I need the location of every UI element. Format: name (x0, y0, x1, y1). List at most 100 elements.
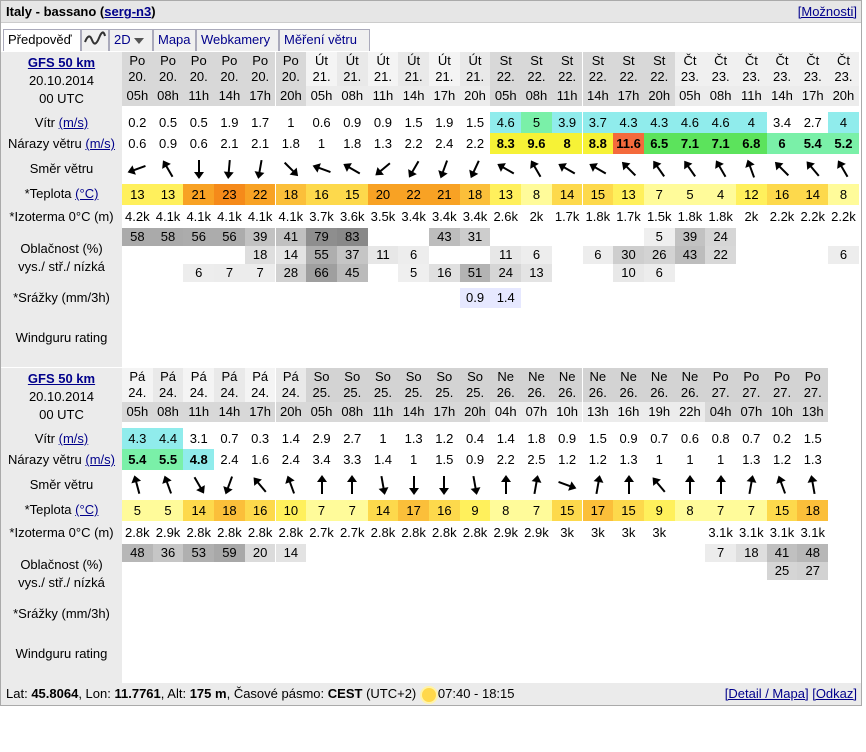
hour-cell: 19h (643, 402, 675, 422)
isotherm-cell: 2.8k (247, 525, 273, 540)
day-name: Út (315, 53, 329, 68)
cloud-mid-cell (460, 562, 491, 580)
day-date: 24. (251, 385, 270, 400)
isotherm-cell: 3.4k (401, 209, 426, 224)
day-date: 23. (803, 69, 822, 84)
gust-cell: 1.2 (588, 452, 607, 467)
temperature-cell: 20 (367, 184, 399, 205)
gust-cell: 2.1 (220, 136, 239, 151)
direction-cell (490, 470, 521, 500)
wind-cell: 1.5 (465, 115, 485, 130)
label-gusts-text: Nárazy větru (8, 136, 82, 151)
cloud-low-cell (736, 264, 767, 282)
gust-cell: 3.3 (343, 452, 362, 467)
precip-cell: 1.4 (490, 288, 522, 308)
cloud-mid-cell (214, 246, 245, 264)
permalink-link[interactable]: [Odkaz] (812, 686, 857, 701)
cloud-high-cell (490, 228, 521, 246)
label-gusts: Nárazy větru (m/s) (1, 133, 122, 154)
label-gusts-unit-link[interactable]: (m/s) (85, 452, 115, 467)
temperature-cell: 8 (490, 500, 522, 521)
label-direction-text: Směr větru (29, 161, 94, 176)
day-name: Po (252, 53, 269, 68)
day-header: Út 21. (367, 52, 399, 86)
gust-cell: 5.2 (828, 133, 859, 154)
direction-cell (368, 154, 399, 184)
day-name: So (436, 369, 453, 384)
day-name: So (313, 369, 330, 384)
gust-cell: 1.3 (373, 136, 392, 151)
label-gusts-unit-link[interactable]: (m/s) (85, 136, 115, 151)
day-date: 20. (128, 69, 147, 84)
detail-map-link[interactable]: [Detail / Mapa] (725, 686, 809, 701)
cloud-low-cell (122, 264, 153, 282)
day-date: 26. (619, 385, 638, 400)
hour-cell: 11h (367, 86, 399, 106)
isotherm-cell: 2.6k (493, 209, 519, 224)
tab-forecast[interactable]: Předpověď (3, 29, 81, 51)
isotherm-cell: 4.1k (217, 209, 242, 224)
footer-bar: Lat: 45.8064, Lon: 11.7761, Alt: 175 m, … (1, 683, 861, 705)
day-date: 25. (312, 385, 331, 400)
tab-map[interactable]: Mapa (153, 29, 196, 51)
hour-cell: 11h (183, 402, 215, 422)
label-isotherm: *Izoterma 0°C (m) (1, 205, 122, 228)
gust-cell: 2.4 (281, 452, 300, 467)
tab-2d[interactable]: 2D (109, 29, 153, 51)
isotherm-cell: 4.1k (247, 209, 273, 224)
gust-cell: 8.8 (582, 133, 614, 154)
label-wind-unit-link[interactable]: (m/s) (59, 115, 89, 130)
direction-cell (398, 154, 429, 184)
day-date: 25. (465, 385, 485, 400)
cloud-mid-cell (368, 562, 399, 580)
precip-cell (767, 604, 798, 624)
hour-cell: 17h (429, 402, 460, 422)
wind-arrow-icon (127, 164, 147, 175)
lat-label: Lat: (6, 686, 28, 701)
hour-cell: 20h (643, 86, 675, 106)
hour-cell: 20h (459, 86, 491, 106)
direction-cell (583, 154, 614, 184)
gust-cell: 1 (317, 136, 326, 151)
direction-cell (122, 470, 153, 500)
label-temp-unit-link[interactable]: (°C) (75, 186, 98, 201)
direction-cell (736, 154, 767, 184)
isotherm-cell: 3k (621, 525, 636, 540)
temperature-cell: 15 (582, 184, 614, 205)
tz-offset: (UTC+2) (366, 686, 417, 701)
cloud-low-cell (767, 580, 798, 598)
options-link[interactable]: [Možnosti] (798, 4, 857, 19)
cloud-mid-cell (736, 246, 767, 264)
temperature-cell: 5 (674, 184, 706, 205)
model-link[interactable]: GFS 50 km (28, 55, 95, 70)
label-temp-unit-link[interactable]: (°C) (75, 502, 98, 517)
cloud-high-cell (613, 228, 644, 246)
cloud-mid-cell: 11 (367, 246, 399, 264)
label-wind-unit-link[interactable]: (m/s) (59, 431, 89, 446)
cloud-mid-cell: 11 (490, 246, 522, 264)
day-header: So 25. (336, 368, 368, 402)
day-name: St (530, 53, 543, 68)
day-name: Ne (558, 369, 576, 384)
user-link[interactable]: serg-n3 (104, 4, 151, 19)
wind-arrow-icon (776, 475, 787, 494)
wind-cell: 0.9 (373, 115, 392, 130)
precip-cell (767, 288, 798, 308)
cloud-mid-cell: 22 (705, 246, 736, 264)
day-header: Čt 23. (797, 52, 829, 86)
day-name: Po (743, 369, 760, 384)
day-header: Čt 23. (766, 52, 798, 86)
day-header: Po 20. (275, 52, 307, 86)
direction-cell (276, 470, 307, 500)
day-date: 27. (772, 385, 792, 400)
gust-cell: 2.1 (251, 136, 270, 151)
tab-wind-measurement[interactable]: Měření větru (279, 29, 370, 51)
precip-cell (675, 604, 706, 624)
model-link[interactable]: GFS 50 km (28, 371, 95, 386)
alt-label: Alt: (167, 686, 187, 701)
day-name: Út (437, 53, 451, 68)
cloud-low-cell (490, 580, 521, 598)
tab-webcams[interactable]: Webkamery (196, 29, 279, 51)
direction-cell (613, 470, 644, 500)
tab-graph[interactable] (81, 29, 109, 51)
